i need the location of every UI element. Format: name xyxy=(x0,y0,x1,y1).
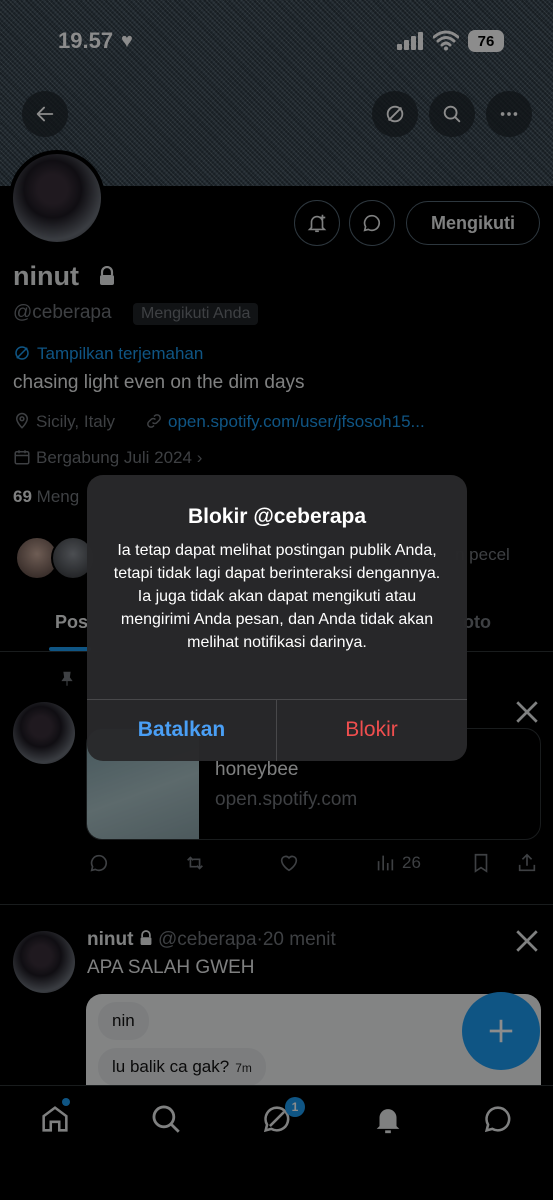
dialog-message: Ia tetap dapat melihat postingan publik … xyxy=(113,542,441,651)
block-button[interactable]: Blokir xyxy=(277,699,466,761)
cancel-button[interactable]: Batalkan xyxy=(87,699,276,761)
block-dialog: Blokir @ceberapa Ia tetap dapat melihat … xyxy=(87,475,467,761)
dialog-title: Blokir @ceberapa xyxy=(187,505,367,528)
